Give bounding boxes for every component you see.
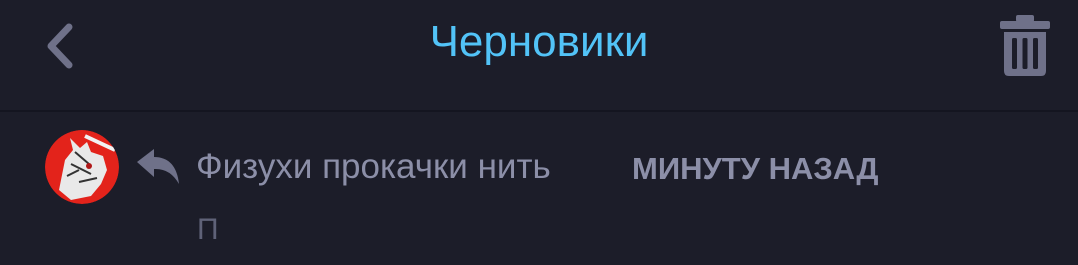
draft-subject: Физухи прокачки нить [196,147,551,186]
draft-preview: П [197,213,219,246]
page-title: Черновики [429,17,649,66]
draft-timestamp: МИНУТУ НАЗАД [632,151,879,186]
reply-icon [137,149,179,184]
trash-icon [1000,15,1050,76]
delete-all-button[interactable] [992,10,1058,80]
app-header: Черновики [0,0,1078,112]
avatar [45,130,119,204]
draft-list-item[interactable]: Физухи прокачки нить МИНУТУ НАЗАД П [0,114,1078,265]
